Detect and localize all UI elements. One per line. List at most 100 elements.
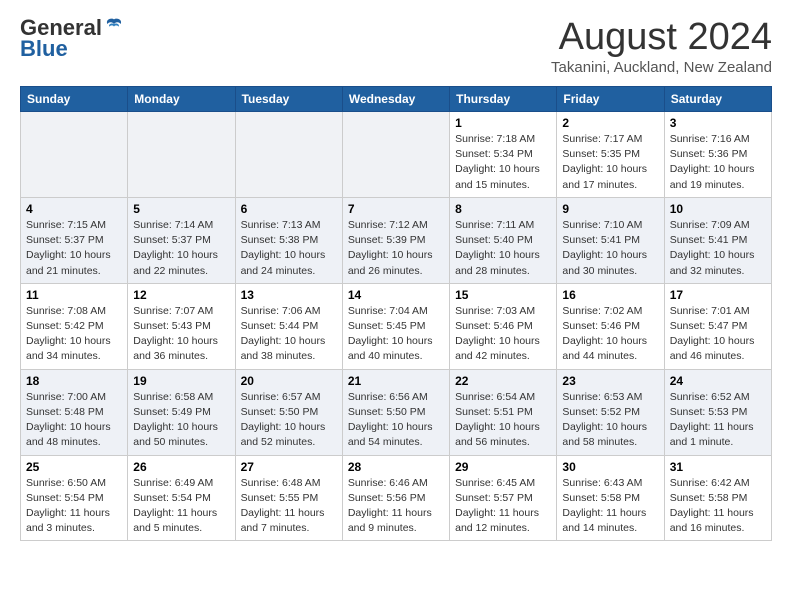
day-number: 19 [133,374,229,388]
day-number: 2 [562,116,658,130]
day-info: Sunrise: 7:00 AMSunset: 5:48 PMDaylight:… [26,390,122,451]
day-number: 20 [241,374,337,388]
day-info: Sunrise: 7:15 AMSunset: 5:37 PMDaylight:… [26,218,122,279]
table-row: 25 Sunrise: 6:50 AMSunset: 5:54 PMDayligh… [21,455,128,541]
table-row: 2 Sunrise: 7:17 AMSunset: 5:35 PMDaylight… [557,112,664,198]
table-row [21,112,128,198]
location: Takanini, Auckland, New Zealand [551,59,772,76]
table-row: 13 Sunrise: 7:06 AMSunset: 5:44 PMDayligh… [235,283,342,369]
day-number: 9 [562,202,658,216]
day-number: 21 [348,374,444,388]
day-number: 16 [562,288,658,302]
table-row: 24 Sunrise: 6:52 AMSunset: 5:53 PMDayligh… [664,369,771,455]
calendar-week-row: 4 Sunrise: 7:15 AMSunset: 5:37 PMDaylight… [21,197,772,283]
day-info: Sunrise: 6:54 AMSunset: 5:51 PMDaylight:… [455,390,551,451]
logo-blue-text: Blue [20,36,68,62]
table-row: 23 Sunrise: 6:53 AMSunset: 5:52 PMDayligh… [557,369,664,455]
day-number: 17 [670,288,766,302]
day-info: Sunrise: 6:48 AMSunset: 5:55 PMDaylight:… [241,476,337,537]
day-number: 22 [455,374,551,388]
day-info: Sunrise: 6:53 AMSunset: 5:52 PMDaylight:… [562,390,658,451]
table-row: 29 Sunrise: 6:45 AMSunset: 5:57 PMDayligh… [450,455,557,541]
day-number: 30 [562,460,658,474]
day-info: Sunrise: 6:46 AMSunset: 5:56 PMDaylight:… [348,476,444,537]
table-row: 11Sunrise: 7:08 AMSunset: 5:42 PMDayligh… [21,283,128,369]
day-number: 1 [455,116,551,130]
calendar-week-row: 25 Sunrise: 6:50 AMSunset: 5:54 PMDayligh… [21,455,772,541]
table-row: 9 Sunrise: 7:10 AMSunset: 5:41 PMDaylight… [557,197,664,283]
table-row: 7Sunrise: 7:12 AMSunset: 5:39 PMDaylight… [342,197,449,283]
day-info: Sunrise: 7:16 AMSunset: 5:36 PMDaylight:… [670,132,766,193]
day-info: Sunrise: 6:52 AMSunset: 5:53 PMDaylight:… [670,390,766,451]
day-info: Sunrise: 6:45 AMSunset: 5:57 PMDaylight:… [455,476,551,537]
day-info: Sunrise: 7:09 AMSunset: 5:41 PMDaylight:… [670,218,766,279]
table-row: 1Sunrise: 7:18 AMSunset: 5:34 PMDaylight… [450,112,557,198]
table-row: 6 Sunrise: 7:13 AMSunset: 5:38 PMDaylight… [235,197,342,283]
day-info: Sunrise: 7:14 AMSunset: 5:37 PMDaylight:… [133,218,229,279]
day-info: Sunrise: 7:13 AMSunset: 5:38 PMDaylight:… [241,218,337,279]
day-info: Sunrise: 6:58 AMSunset: 5:49 PMDaylight:… [133,390,229,451]
header-monday: Monday [128,87,235,112]
day-info: Sunrise: 6:49 AMSunset: 5:54 PMDaylight:… [133,476,229,537]
day-number: 4 [26,202,122,216]
table-row: 28Sunrise: 6:46 AMSunset: 5:56 PMDayligh… [342,455,449,541]
day-number: 23 [562,374,658,388]
day-number: 29 [455,460,551,474]
table-row: 14Sunrise: 7:04 AMSunset: 5:45 PMDayligh… [342,283,449,369]
logo: General Blue [20,16,124,62]
table-row [235,112,342,198]
table-row [128,112,235,198]
table-row: 20 Sunrise: 6:57 AMSunset: 5:50 PMDayligh… [235,369,342,455]
header-saturday: Saturday [664,87,771,112]
day-number: 18 [26,374,122,388]
day-info: Sunrise: 7:03 AMSunset: 5:46 PMDaylight:… [455,304,551,365]
day-number: 13 [241,288,337,302]
table-row: 5 Sunrise: 7:14 AMSunset: 5:37 PMDaylight… [128,197,235,283]
table-row: 17 Sunrise: 7:01 AMSunset: 5:47 PMDayligh… [664,283,771,369]
day-number: 6 [241,202,337,216]
day-number: 25 [26,460,122,474]
header-thursday: Thursday [450,87,557,112]
day-number: 31 [670,460,766,474]
table-row: 15 Sunrise: 7:03 AMSunset: 5:46 PMDayligh… [450,283,557,369]
header-friday: Friday [557,87,664,112]
table-row: 3Sunrise: 7:16 AMSunset: 5:36 PMDaylight… [664,112,771,198]
header-tuesday: Tuesday [235,87,342,112]
day-number: 12 [133,288,229,302]
day-info: Sunrise: 6:42 AMSunset: 5:58 PMDaylight:… [670,476,766,537]
day-info: Sunrise: 7:10 AMSunset: 5:41 PMDaylight:… [562,218,658,279]
header: General Blue August 2024 Takanini, Auckl… [20,16,772,76]
day-number: 15 [455,288,551,302]
table-row: 8 Sunrise: 7:11 AMSunset: 5:40 PMDaylight… [450,197,557,283]
table-row: 22 Sunrise: 6:54 AMSunset: 5:51 PMDayligh… [450,369,557,455]
table-row: 27 Sunrise: 6:48 AMSunset: 5:55 PMDayligh… [235,455,342,541]
table-row [342,112,449,198]
day-info: Sunrise: 7:11 AMSunset: 5:40 PMDaylight:… [455,218,551,279]
table-row: 12 Sunrise: 7:07 AMSunset: 5:43 PMDayligh… [128,283,235,369]
calendar-week-row: 18 Sunrise: 7:00 AMSunset: 5:48 PMDayligh… [21,369,772,455]
day-info: Sunrise: 7:07 AMSunset: 5:43 PMDaylight:… [133,304,229,365]
table-row: 31 Sunrise: 6:42 AMSunset: 5:58 PMDayligh… [664,455,771,541]
day-number: 26 [133,460,229,474]
title-area: August 2024 Takanini, Auckland, New Zeal… [551,16,772,76]
day-info: Sunrise: 7:06 AMSunset: 5:44 PMDaylight:… [241,304,337,365]
day-number: 10 [670,202,766,216]
day-number: 8 [455,202,551,216]
day-info: Sunrise: 6:43 AMSunset: 5:58 PMDaylight:… [562,476,658,537]
calendar-week-row: 1Sunrise: 7:18 AMSunset: 5:34 PMDaylight… [21,112,772,198]
day-info: Sunrise: 7:17 AMSunset: 5:35 PMDaylight:… [562,132,658,193]
day-info: Sunrise: 7:04 AMSunset: 5:45 PMDaylight:… [348,304,444,365]
day-info: Sunrise: 7:08 AMSunset: 5:42 PMDaylight:… [26,304,122,365]
day-info: Sunrise: 7:02 AMSunset: 5:46 PMDaylight:… [562,304,658,365]
table-row: 4 Sunrise: 7:15 AMSunset: 5:37 PMDaylight… [21,197,128,283]
table-row: 10 Sunrise: 7:09 AMSunset: 5:41 PMDayligh… [664,197,771,283]
day-number: 5 [133,202,229,216]
day-info: Sunrise: 6:50 AMSunset: 5:54 PMDaylight:… [26,476,122,537]
header-wednesday: Wednesday [342,87,449,112]
table-row: 18 Sunrise: 7:00 AMSunset: 5:48 PMDayligh… [21,369,128,455]
day-info: Sunrise: 7:01 AMSunset: 5:47 PMDaylight:… [670,304,766,365]
day-info: Sunrise: 7:12 AMSunset: 5:39 PMDaylight:… [348,218,444,279]
day-number: 24 [670,374,766,388]
day-info: Sunrise: 6:57 AMSunset: 5:50 PMDaylight:… [241,390,337,451]
day-number: 27 [241,460,337,474]
